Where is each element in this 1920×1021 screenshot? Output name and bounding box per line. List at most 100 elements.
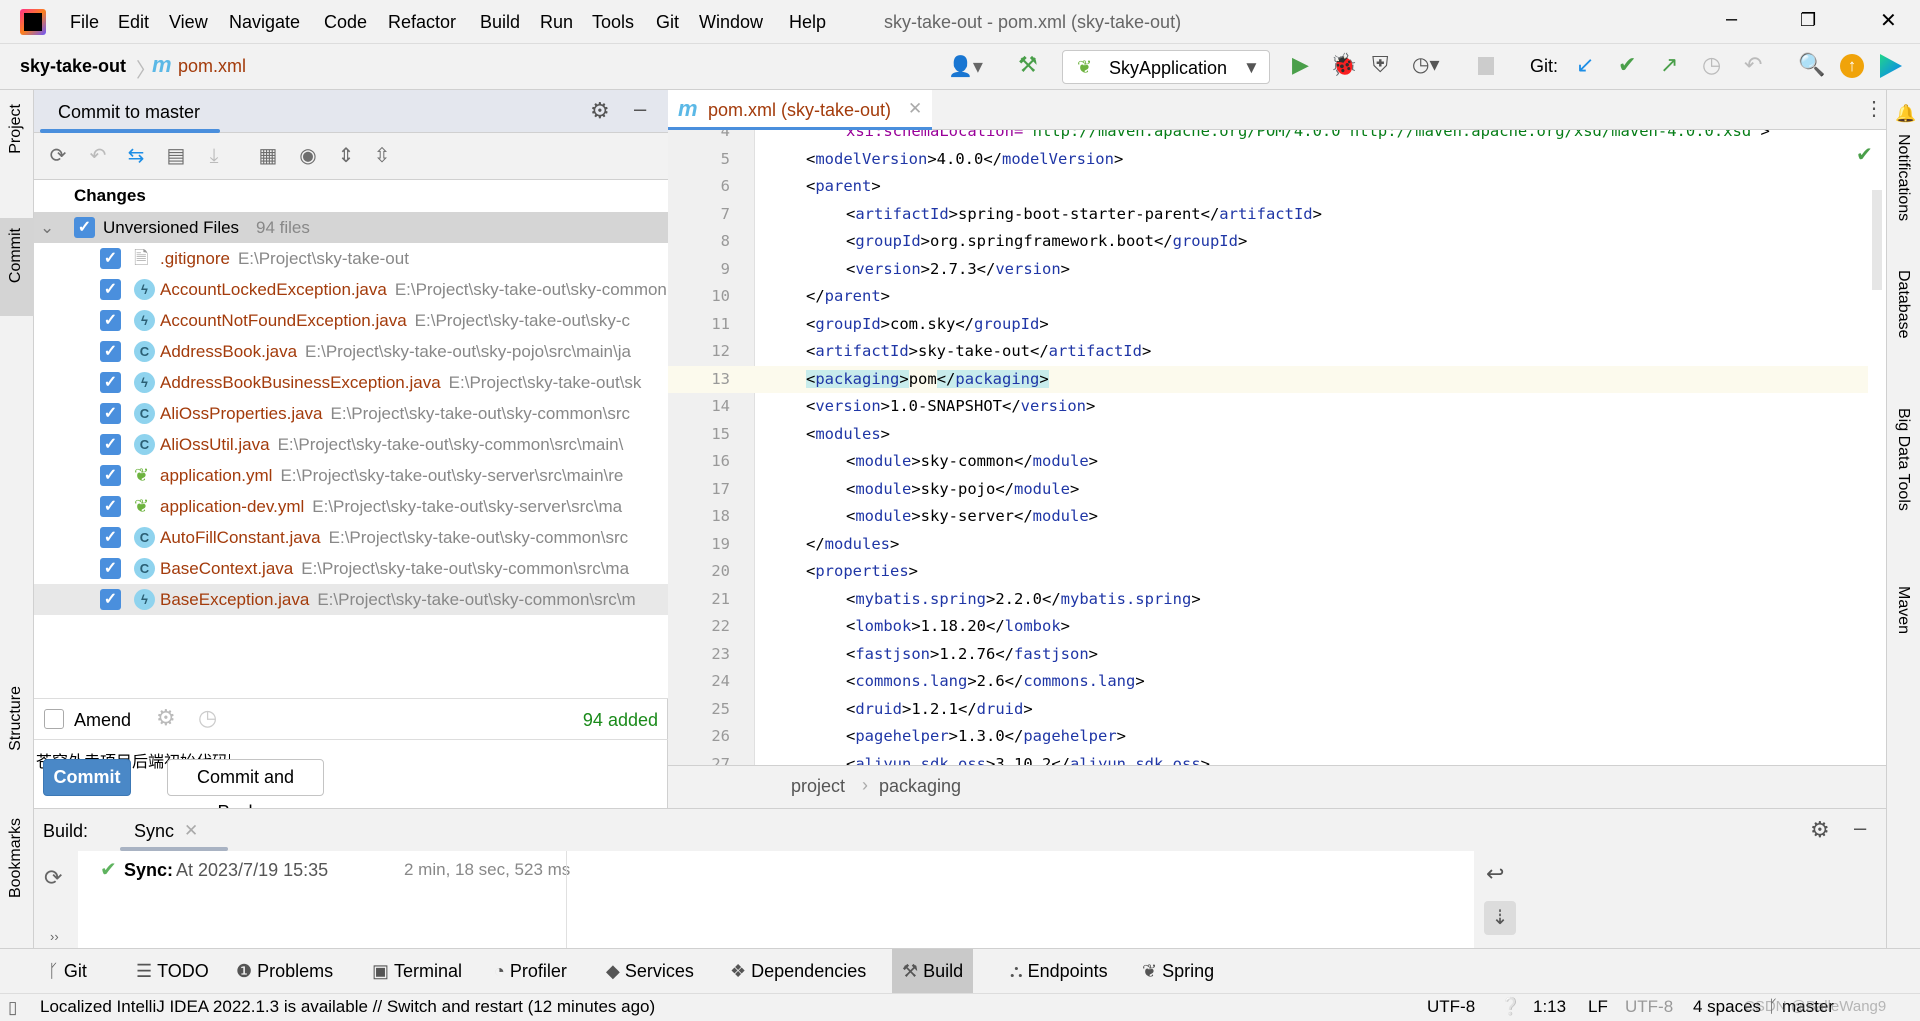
close-tab-icon[interactable]: ✕ <box>908 99 922 119</box>
git-update-icon[interactable]: ↙ <box>1576 52 1594 78</box>
file-checkbox[interactable]: ✓ <box>100 465 121 486</box>
file-row[interactable]: ✓ C AddressBook.java E:\Project\sky-take-ou… <box>34 336 668 367</box>
tool-window-endpoints[interactable]: ⛬ Endpoints <box>1000 949 1118 993</box>
file-row[interactable]: ✓ C AutoFillConstant.java E:\Project\sky-ta… <box>34 522 668 553</box>
file-checkbox[interactable]: ✓ <box>100 589 121 610</box>
tool-window-todo[interactable]: ☰ TODO <box>126 949 219 993</box>
restore-button[interactable]: ❐ <box>1800 10 1816 31</box>
menu-edit[interactable]: Edit <box>118 12 149 33</box>
breadcrumb-file[interactable]: pom.xml <box>178 56 246 77</box>
tab-pom-xml[interactable]: m pom.xml (sky-take-out) ✕ <box>668 90 932 130</box>
amend-label[interactable]: Amend <box>74 710 131 731</box>
commit-options-gear-icon[interactable]: ⚙ <box>156 705 176 731</box>
caret-position[interactable]: 1:13 <box>1533 994 1566 1020</box>
file-row[interactable]: ✓ ϟ BaseException.java E:\Project\sky-take-… <box>34 584 668 615</box>
file-encoding[interactable]: UTF-8 <box>1625 994 1673 1020</box>
unversioned-files-group[interactable]: ⌄ ✓ Unversioned Files 94 files <box>34 212 668 243</box>
crumb-project[interactable]: project <box>791 776 845 797</box>
file-row[interactable]: ✓ ϟ AccountLockedException.java E:\Project\… <box>34 274 668 305</box>
menu-view[interactable]: View <box>169 12 208 33</box>
notifications-tool-button[interactable]: Notifications <box>1894 134 1912 221</box>
file-row[interactable]: ✓ ❦ application.yml E:\Project\sky-take-out… <box>34 460 668 491</box>
commit-and-push-button[interactable]: Commit and Push... <box>167 759 324 822</box>
code-area[interactable]: 4 xsi:schemaLocation="http://maven.apache… <box>668 130 1886 765</box>
status-message[interactable]: Localized IntelliJ IDEA 2022.1.3 is avai… <box>40 994 655 1020</box>
commit-tool-button[interactable]: Commit <box>0 218 34 316</box>
database-tool-button[interactable]: Database <box>1894 270 1912 339</box>
shelve-icon[interactable]: ⤓ <box>202 144 226 168</box>
menu-refactor[interactable]: Refactor <box>388 12 456 33</box>
minimize-panel-icon[interactable]: – <box>1854 815 1866 841</box>
search-icon[interactable]: 🔍 <box>1798 52 1825 78</box>
menu-navigate[interactable]: Navigate <box>229 12 300 33</box>
tool-window-git[interactable]: ᚴ Git <box>38 949 97 993</box>
run-icon[interactable]: ▶ <box>1292 52 1309 78</box>
git-push-icon[interactable]: ↗ <box>1660 52 1678 78</box>
inspection-icon[interactable]: ❔ <box>1500 994 1521 1020</box>
changes-root[interactable]: Changes <box>34 180 668 211</box>
scroll-to-end-icon[interactable]: ⇣ <box>1484 901 1516 935</box>
profile-icon[interactable]: ◷▾ <box>1412 52 1440 77</box>
file-row[interactable]: ✓ ❦ application-dev.yml E:\Project\sky-take… <box>34 491 668 522</box>
soft-wrap-icon[interactable]: ↩ <box>1486 861 1504 887</box>
file-row[interactable]: ✓ C AliOssProperties.java E:\Project\sky-ta… <box>34 398 668 429</box>
amend-checkbox[interactable] <box>44 709 64 729</box>
gear-icon[interactable]: ⚙ <box>590 98 610 124</box>
user-icon[interactable]: 👤▾ <box>948 54 983 79</box>
big-data-tools-button[interactable]: Big Data Tools <box>1894 408 1912 511</box>
minimize-button[interactable]: – <box>1726 8 1737 31</box>
debug-icon[interactable]: 🐞 <box>1330 52 1357 78</box>
file-row[interactable]: ✓ 🗎 .gitignore E:\Project\sky-take-out <box>34 243 668 274</box>
structure-tool-button[interactable]: Structure <box>7 686 25 751</box>
file-checkbox[interactable]: ✓ <box>100 341 121 362</box>
file-checkbox[interactable]: ✓ <box>100 403 121 424</box>
run-config-select[interactable]: ❦ SkyApplication ▼ <box>1062 50 1270 84</box>
file-row[interactable]: ✓ C AliOssUtil.java E:\Project\sky-take-out… <box>34 429 668 460</box>
maven-tool-button[interactable]: Maven <box>1894 586 1912 634</box>
file-checkbox[interactable]: ✓ <box>100 310 121 331</box>
group-checkbox[interactable]: ✓ <box>74 217 95 238</box>
file-checkbox[interactable]: ✓ <box>100 279 121 300</box>
menu-window[interactable]: Window <box>699 12 763 33</box>
file-checkbox[interactable]: ✓ <box>100 496 121 517</box>
file-row[interactable]: ✓ ϟ AccountNotFoundException.java E:\Projec… <box>34 305 668 336</box>
gear-icon[interactable]: ⚙ <box>1810 817 1830 843</box>
show-diff-icon[interactable]: ⇆ <box>124 144 148 168</box>
coverage-icon[interactable]: ⛨ <box>1372 52 1389 78</box>
file-checkbox[interactable]: ✓ <box>100 248 121 269</box>
changelist-icon[interactable]: ▤ <box>164 144 188 168</box>
menu-run[interactable]: Run <box>540 12 573 33</box>
project-tool-button[interactable]: Project <box>7 104 25 154</box>
tool-window-build[interactable]: ⚒ Build <box>892 949 974 993</box>
editor-scrollbar[interactable] <box>1872 190 1882 290</box>
file-row[interactable]: ✓ C BaseContext.java E:\Project\sky-take-ou… <box>34 553 668 584</box>
sync-label[interactable]: Sync: <box>124 860 173 881</box>
group-by-icon[interactable]: ▦ <box>256 144 280 168</box>
crumb-packaging[interactable]: packaging <box>879 776 961 797</box>
history-icon[interactable]: ◷ <box>1702 52 1721 78</box>
tab-sync[interactable]: Sync ✕ <box>120 809 230 851</box>
menu-git[interactable]: Git <box>656 12 679 33</box>
close-tab-icon[interactable]: ✕ <box>184 821 198 841</box>
menu-code[interactable]: Code <box>324 12 367 33</box>
menu-tools[interactable]: Tools <box>592 12 634 33</box>
file-checkbox[interactable]: ✓ <box>100 434 121 455</box>
status-window-icon[interactable]: ▯ <box>8 995 17 1021</box>
stop-icon[interactable] <box>1478 57 1494 75</box>
file-row[interactable]: ✓ ϟ AddressBookBusinessException.java E:\Pr… <box>34 367 668 398</box>
tool-window-dependencies[interactable]: ❖ Dependencies <box>720 949 876 993</box>
tool-window-profiler[interactable]: ◔ Profiler <box>484 949 577 993</box>
expand-all-icon[interactable]: ⇕ <box>334 144 358 168</box>
rollback-icon[interactable]: ↶ <box>86 144 110 168</box>
encoding-indicator[interactable]: UTF-8 <box>1427 994 1475 1020</box>
tool-window-problems[interactable]: ❶ Problems <box>226 949 343 993</box>
menu-help[interactable]: Help <box>789 12 826 33</box>
close-window-button[interactable]: ✕ <box>1880 8 1897 33</box>
commit-button[interactable]: Commit <box>43 759 131 796</box>
bookmarks-tool-button[interactable]: Bookmarks <box>7 818 25 898</box>
tab-commit-to-master[interactable]: Commit to master <box>40 90 230 133</box>
menu-build[interactable]: Build <box>480 12 520 33</box>
update-icon[interactable]: ↑ <box>1840 54 1864 78</box>
rollback-icon[interactable]: ↶ <box>1744 52 1762 78</box>
rerun-sync-icon[interactable]: ⟳ <box>44 865 62 891</box>
